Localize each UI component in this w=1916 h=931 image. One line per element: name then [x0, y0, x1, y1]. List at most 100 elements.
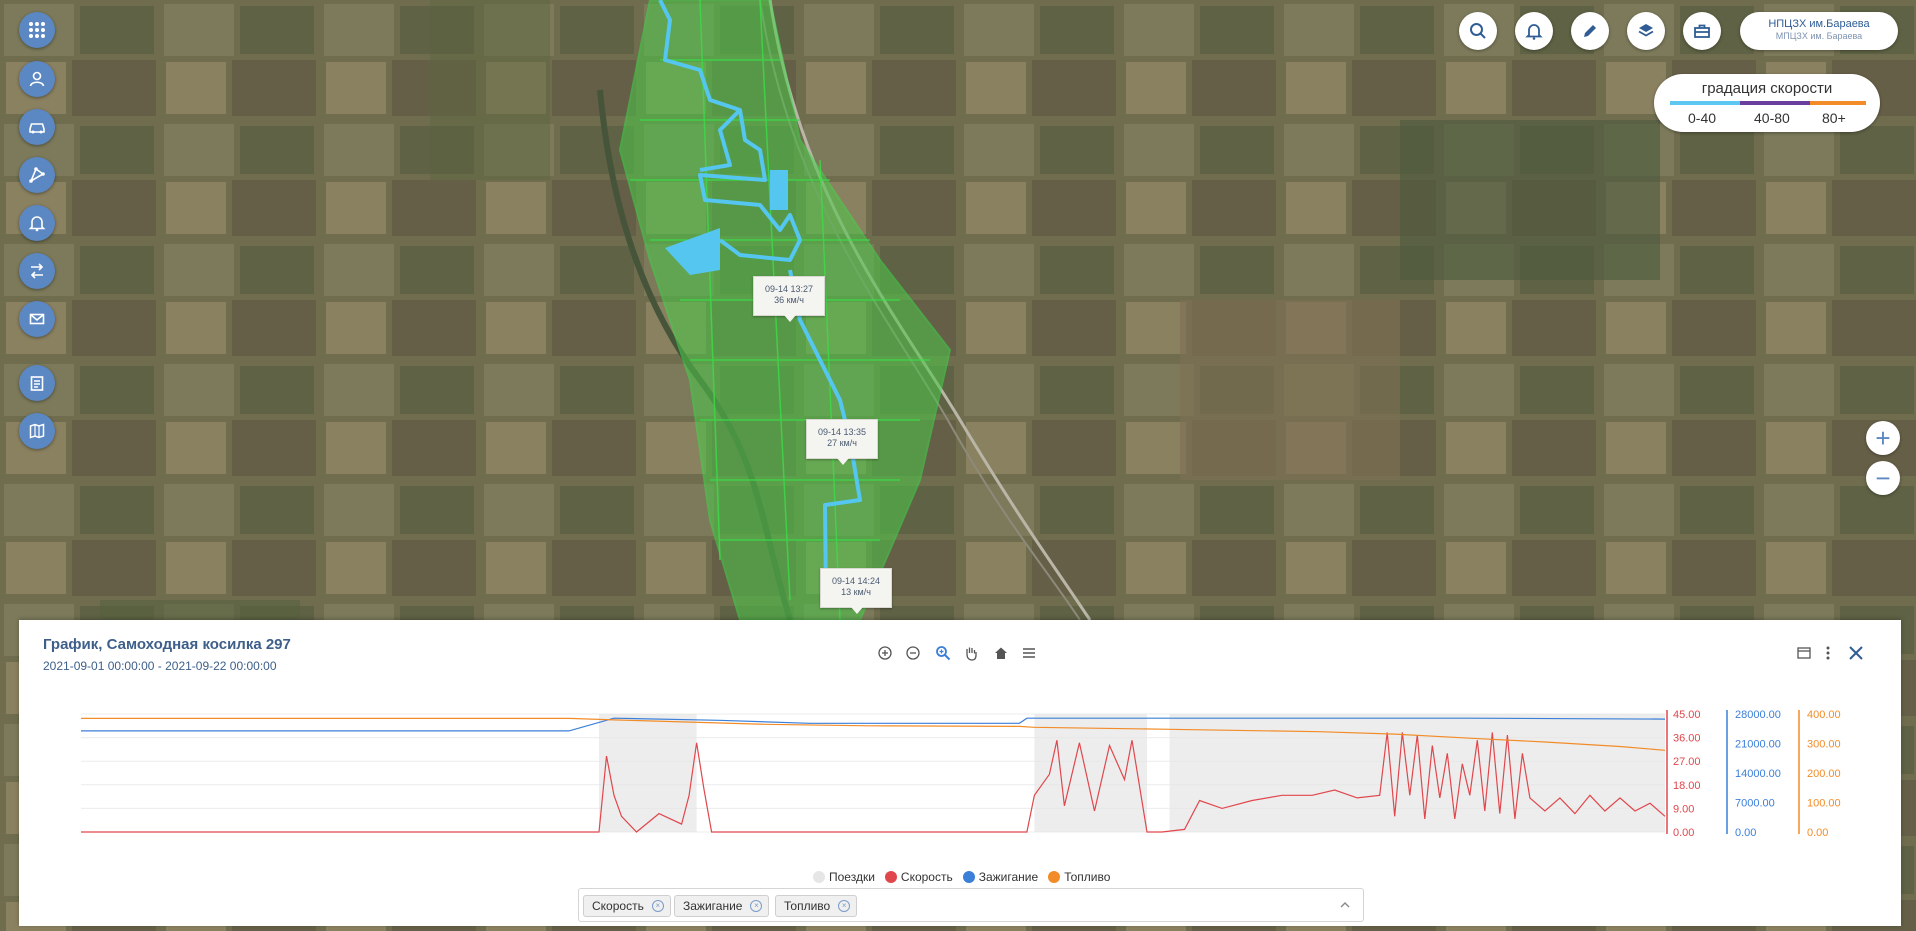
apps-icon: [29, 22, 45, 38]
transfer-icon: [30, 263, 44, 279]
filter-chip[interactable]: Топливо ×: [775, 895, 858, 917]
layers-button[interactable]: [1627, 12, 1665, 50]
apps-button[interactable]: [19, 12, 55, 48]
organization-button[interactable]: [1683, 12, 1721, 50]
users-button[interactable]: [19, 61, 55, 97]
car-icon: [29, 123, 45, 134]
y-tick-label-ignition: 7000.00: [1735, 798, 1775, 810]
legend-item-ignition[interactable]: Зажигание: [962, 869, 1039, 885]
chart-zoom-out-button[interactable]: [904, 644, 922, 662]
remove-chip-icon[interactable]: ×: [750, 900, 763, 912]
speed-range-bar-mid: [1740, 101, 1810, 105]
trip-band: [598, 714, 697, 832]
notifications-top-button[interactable]: [1515, 12, 1553, 50]
map-tools-button[interactable]: [19, 413, 55, 449]
remove-chip-icon[interactable]: ×: [838, 900, 851, 912]
panel-layout-button[interactable]: [1795, 644, 1813, 662]
y-tick-label-speed: 45.00: [1673, 709, 1701, 721]
chart-reset-button[interactable]: [992, 644, 1010, 662]
chip-label: Скорость: [592, 899, 644, 913]
legend-label: Зажигание: [978, 870, 1039, 884]
hamburger-icon: [1023, 648, 1035, 658]
hand-icon: [966, 647, 977, 661]
search-button[interactable]: [1459, 12, 1497, 50]
trip-band: [1034, 714, 1148, 832]
map-edit-icon: [29, 423, 45, 439]
legend-label: Поездки: [829, 870, 875, 884]
panel-more-button[interactable]: [1819, 644, 1837, 662]
zoom-in-icon: [878, 646, 892, 660]
panel-title: График, Самоходная косилка 297: [43, 636, 291, 653]
edit-button[interactable]: [1571, 12, 1609, 50]
y-tick-label-fuel: 200.00: [1807, 768, 1841, 780]
bell-icon: [1525, 24, 1543, 40]
speed-range-bar-fast: [1810, 101, 1866, 105]
marker-speed: 27 км/ч: [827, 438, 857, 448]
marker-time: 09-14 13:27: [764, 284, 814, 294]
transfers-button[interactable]: [19, 253, 55, 289]
zoom-out-icon: [906, 646, 920, 660]
chart-pan-button[interactable]: [962, 644, 980, 662]
report-icon: [30, 376, 44, 391]
notifications-button[interactable]: [19, 205, 55, 241]
y-tick-label-ignition: 14000.00: [1735, 768, 1781, 780]
marker-speed: 36 км/ч: [774, 295, 804, 305]
organization-selector[interactable]: НПЦЗХ им.Бараева МПЦЗХ им. Бараева: [1740, 12, 1898, 50]
y-tick-label-speed: 9.00: [1673, 803, 1694, 815]
chart-selection-zoom-button[interactable]: [934, 644, 952, 662]
chart-legend: Поездки Скорость Зажигание Топливо: [813, 869, 1110, 885]
speed-legend-title: градация скорости: [1701, 80, 1833, 97]
y-tick-label-fuel: 300.00: [1807, 739, 1841, 751]
remove-chip-icon[interactable]: ×: [651, 900, 664, 912]
window-icon: [1797, 647, 1811, 659]
reports-button[interactable]: [19, 365, 55, 401]
organization-name: НПЦЗХ им.Бараева: [1768, 18, 1870, 30]
speed-range-label-fast: 80+: [1822, 110, 1846, 126]
y-tick-label-ignition: 28000.00: [1735, 709, 1781, 721]
y-tick-label-speed: 0.00: [1673, 827, 1694, 839]
legend-label: Скорость: [900, 870, 953, 884]
geozones-button[interactable]: [19, 157, 55, 193]
series-filter-select[interactable]: Скорость × Зажигание × Топливо ×: [578, 888, 1364, 922]
speed-range-bar-slow: [1670, 101, 1740, 105]
marker-time: 09-14 13:35: [817, 427, 867, 437]
y-tick-label-speed: 27.00: [1673, 756, 1701, 768]
pencil-icon: [1584, 25, 1596, 37]
chevron-up-icon[interactable]: [1339, 899, 1351, 911]
chip-label: Зажигание: [683, 899, 743, 913]
close-icon: [1849, 646, 1863, 660]
track-point-marker[interactable]: 09-14 14:24 13 км/ч: [820, 568, 892, 614]
y-tick-label-speed: 36.00: [1673, 733, 1701, 745]
layers-icon: [1638, 24, 1654, 37]
legend-dot: [884, 871, 897, 883]
messages-button[interactable]: [19, 301, 55, 337]
legend-item-trips[interactable]: Поездки: [813, 869, 875, 885]
speed-range-label-mid: 40-80: [1754, 110, 1790, 126]
y-tick-label-fuel: 400.00: [1807, 709, 1841, 721]
track-point-marker[interactable]: 09-14 13:27 36 км/ч: [753, 276, 825, 322]
legend-dot: [962, 871, 975, 883]
briefcase-icon: [1694, 24, 1710, 38]
legend-item-fuel[interactable]: Топливо: [1048, 869, 1110, 885]
chart-zoom-in-button[interactable]: [876, 644, 894, 662]
legend-dot: [1048, 871, 1061, 883]
telemetry-chart[interactable]: 14 07:00:0014 08:00:0014 09:00:0014 10:0…: [19, 692, 1901, 842]
mail-icon: [29, 313, 45, 325]
panel-period: 2021-09-01 00:00:00 - 2021-09-22 00:00:0…: [43, 659, 277, 673]
magnifier-icon: [936, 646, 951, 661]
filter-chip[interactable]: Зажигание ×: [674, 895, 770, 917]
zoom-out-button[interactable]: −: [1866, 461, 1900, 495]
trip-band: [1169, 714, 1665, 832]
filter-chip[interactable]: Скорость ×: [583, 895, 671, 917]
legend-item-speed[interactable]: Скорость: [884, 869, 953, 885]
vehicles-button[interactable]: [19, 109, 55, 145]
more-vertical-icon: [1826, 646, 1830, 660]
y-tick-label-ignition: 21000.00: [1735, 739, 1781, 751]
zoom-in-button[interactable]: +: [1866, 421, 1900, 455]
y-tick-label-speed: 18.00: [1673, 780, 1701, 792]
panel-close-button[interactable]: [1847, 644, 1865, 662]
chart-menu-button[interactable]: [1020, 644, 1038, 662]
bell-icon: [28, 216, 46, 232]
search-icon: [1470, 23, 1486, 39]
track-point-marker[interactable]: 09-14 13:35 27 км/ч: [806, 419, 878, 465]
